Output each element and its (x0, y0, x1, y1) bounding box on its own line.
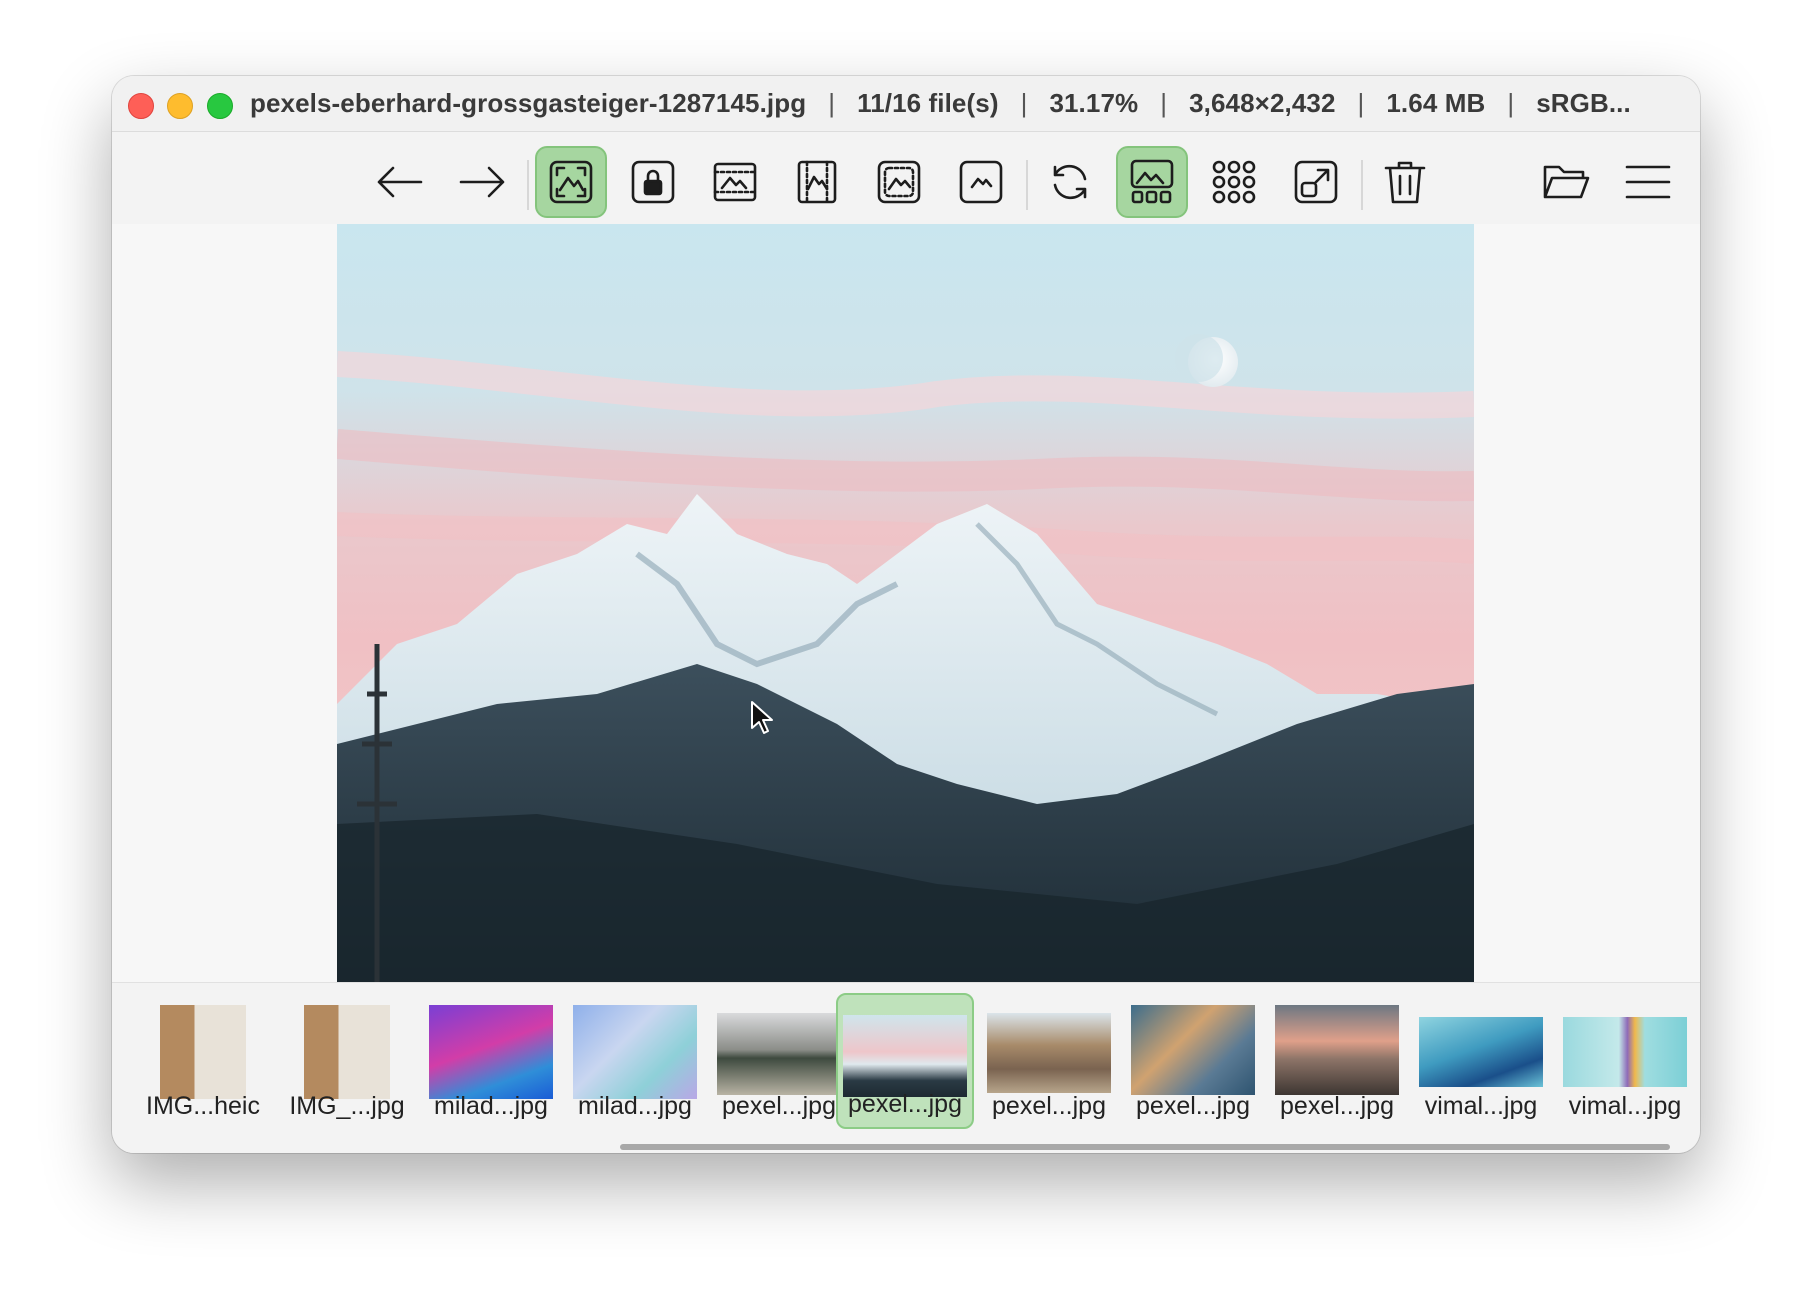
refresh-icon (1053, 164, 1087, 200)
title-separator: | (1020, 88, 1028, 118)
fit-height-button[interactable] (781, 146, 853, 218)
thumbnail-item[interactable]: vimal...jpg (1556, 993, 1694, 1129)
thumbnail-label: pexel...jpg (1280, 1092, 1394, 1120)
fit-width-icon (713, 162, 757, 202)
back-button[interactable] (364, 146, 436, 218)
title-bar[interactable]: pexels-eberhard-grossgasteiger-1287145.j… (112, 76, 1700, 132)
thumbnail-item[interactable]: pexel...jpg (710, 993, 848, 1129)
open-external-button[interactable] (1280, 146, 1352, 218)
hamburger-menu-icon (1625, 165, 1671, 199)
original-size-button[interactable] (945, 146, 1017, 218)
thumbnail-item[interactable]: IMG_...jpg (278, 993, 416, 1129)
thumbnail-label: pexel...jpg (1136, 1092, 1250, 1120)
thumbnail-image (1563, 1017, 1687, 1087)
trash-icon (1384, 161, 1426, 204)
title-separator: | (1357, 88, 1365, 118)
thumbnail-item[interactable]: pexel...jpg (1124, 993, 1262, 1129)
file-name: pexels-eberhard-grossgasteiger-1287145.j… (250, 88, 807, 118)
thumbnail-item[interactable]: IMG...heic (134, 993, 272, 1129)
minimize-window-button[interactable] (167, 93, 193, 119)
thumbnail-image (1419, 1017, 1543, 1087)
zoom-level: 31.17% (1049, 88, 1139, 118)
fit-width-button[interactable] (699, 146, 771, 218)
lock-zoom-button[interactable] (617, 146, 689, 218)
thumbnail-scrollbar[interactable] (620, 1144, 1670, 1150)
refresh-button[interactable] (1034, 146, 1106, 218)
menu-button[interactable] (1612, 146, 1684, 218)
folder-open-icon (1543, 165, 1590, 199)
toolbar-divider (527, 160, 529, 210)
file-size: 1.64 MB (1386, 88, 1486, 118)
thumbnail-strip[interactable]: IMG...heic IMG_...jpg milad...jpg milad.… (112, 982, 1700, 1153)
fit-height-icon (797, 160, 837, 204)
thumbnail-label: milad...jpg (578, 1092, 692, 1120)
image-viewer[interactable] (112, 224, 1700, 982)
thumbnail-label: milad...jpg (434, 1092, 548, 1120)
thumbnail-label: IMG...heic (146, 1092, 260, 1120)
thumbnail-label: pexel...jpg (992, 1092, 1106, 1120)
thumbnail-item[interactable]: milad...jpg (566, 993, 704, 1129)
thumbnail-image (987, 1013, 1111, 1093)
thumbnail-image (573, 1005, 697, 1099)
close-window-button[interactable] (128, 93, 154, 119)
thumbnail-label: pexel...jpg (848, 1090, 962, 1118)
open-external-icon (1294, 160, 1338, 204)
lock-zoom-icon (631, 160, 675, 204)
toolbar-divider (1026, 160, 1028, 210)
gallery-grid-icon (1212, 160, 1256, 204)
thumbnail-bar-button[interactable] (1116, 146, 1188, 218)
thumbnail-image (304, 1005, 390, 1099)
forward-button[interactable] (446, 146, 518, 218)
thumbnail-image (160, 1005, 246, 1099)
thumbnail-image (1275, 1005, 1399, 1095)
thumbnail-label: vimal...jpg (1568, 1092, 1682, 1120)
toolbar-divider (1361, 160, 1363, 210)
arrow-left-icon (377, 166, 423, 198)
title-separator: | (1160, 88, 1168, 118)
thumbnail-item[interactable]: milad...jpg (422, 993, 560, 1129)
open-file-button[interactable] (1530, 146, 1602, 218)
delete-button[interactable] (1369, 146, 1441, 218)
mouse-pointer-icon (751, 701, 773, 734)
auto-fit-icon (877, 160, 921, 204)
image-dimensions: 3,648×2,432 (1189, 88, 1336, 118)
thumbnail-item[interactable]: vimal...jpg (1412, 993, 1550, 1129)
file-index: 11/16 file(s) (857, 88, 999, 118)
arrow-right-icon (459, 166, 505, 198)
window-title: pexels-eberhard-grossgasteiger-1287145.j… (250, 88, 1680, 119)
thumbnail-item-selected[interactable]: pexel...jpg (836, 993, 974, 1129)
fit-window-icon (549, 160, 593, 204)
thumbnail-image (717, 1013, 841, 1095)
thumbnail-label: pexel...jpg (722, 1092, 836, 1120)
thumbnail-image (843, 1015, 967, 1097)
toolbar (112, 132, 1700, 224)
thumbnail-item[interactable]: pexel...jpg (980, 993, 1118, 1129)
maximize-window-button[interactable] (207, 93, 233, 119)
title-separator: | (828, 88, 836, 118)
original-size-icon (959, 160, 1003, 204)
thumbnail-label: IMG_...jpg (289, 1092, 405, 1120)
color-profile: sRGB... (1536, 88, 1631, 118)
main-image (337, 224, 1474, 982)
title-separator: | (1507, 88, 1515, 118)
gallery-button[interactable] (1198, 146, 1270, 218)
thumbnail-image (1131, 1005, 1255, 1095)
fit-to-window-button[interactable] (535, 146, 607, 218)
thumbnail-item[interactable]: pexel...jpg (1268, 993, 1406, 1129)
image-viewer-window: pexels-eberhard-grossgasteiger-1287145.j… (112, 76, 1700, 1153)
thumbnail-label: vimal...jpg (1424, 1092, 1538, 1120)
thumbnail-bar-icon (1130, 159, 1174, 204)
thumbnail-image (429, 1005, 553, 1099)
auto-fit-button[interactable] (863, 146, 935, 218)
